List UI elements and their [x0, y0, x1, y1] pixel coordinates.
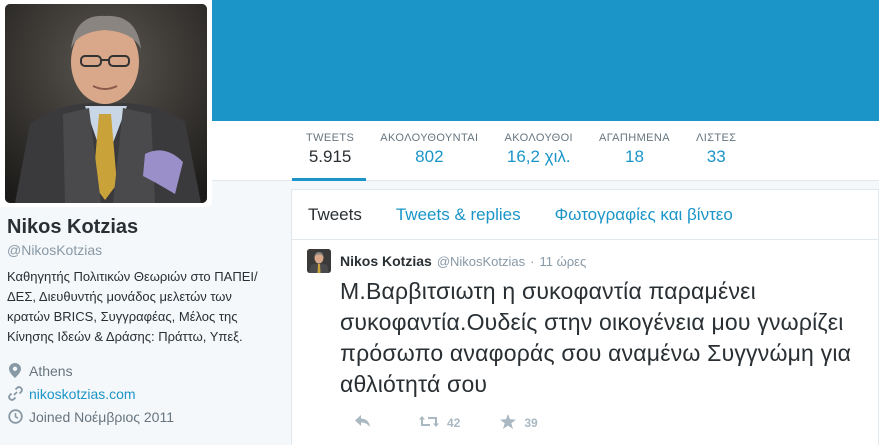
- retweet-button[interactable]: 42: [419, 415, 460, 431]
- stat-label: ΛΙΣΤΕΣ: [696, 132, 737, 144]
- stat-value: 802: [415, 147, 444, 166]
- tweet-separator: ·: [530, 253, 535, 269]
- favorite-button[interactable]: 39: [500, 414, 538, 432]
- location-pin-icon: [7, 363, 23, 379]
- profile-avatar[interactable]: [5, 4, 207, 203]
- stat-value: 5.915: [308, 147, 352, 166]
- retweet-count: 42: [447, 416, 461, 430]
- tweet-author-handle[interactable]: @NikosKotzias: [437, 254, 525, 269]
- tweet-text: Μ.Βαρβιτσιωτη η συκοφαντία παραμένει συκ…: [340, 278, 852, 397]
- profile-handle[interactable]: @NikosKotzias: [7, 242, 277, 258]
- tweet-header: Nikos Kotzias @NikosKotzias · 11 ώρες: [307, 249, 878, 273]
- avatar-photo: [5, 4, 207, 203]
- stat-label: ΑΚΟΛΟΥΘΟΙ: [504, 132, 573, 144]
- profile-website: nikoskotzias.com: [7, 382, 277, 405]
- favorite-count: 39: [524, 416, 538, 430]
- website-link[interactable]: nikoskotzias.com: [29, 386, 136, 402]
- stat-favorites[interactable]: ΑΓΑΠΗΜΕΝΑ 18: [585, 121, 682, 181]
- stat-value: 33: [706, 147, 726, 166]
- stat-label: TWEETS: [306, 132, 355, 144]
- calendar-icon: [7, 409, 23, 425]
- tab-tweets-replies[interactable]: Tweets & replies: [396, 205, 521, 225]
- stat-value: 16,2 χιλ.: [506, 147, 571, 166]
- tweet-avatar[interactable]: [307, 249, 331, 273]
- tweet-timestamp[interactable]: 11 ώρες: [540, 254, 587, 269]
- stat-lists[interactable]: ΛΙΣΤΕΣ 33: [682, 121, 748, 181]
- joined-text: Joined Νοέμβριος 2011: [29, 408, 175, 425]
- star-icon: [500, 414, 524, 432]
- link-icon: [7, 386, 23, 402]
- stat-value: 18: [625, 147, 644, 166]
- tweet-actions: 42 39: [355, 413, 878, 433]
- timeline-panel: Tweets Tweets & replies Φωτογραφίες και …: [291, 189, 879, 445]
- retweet-icon: [419, 415, 447, 431]
- tweet-avatar-photo: [307, 249, 331, 273]
- profile-card: Nikos Kotzias @NikosKotzias Καθηγητής Πο…: [7, 216, 277, 428]
- stat-followers[interactable]: ΑΚΟΛΟΥΘΟΙ 16,2 χιλ.: [491, 121, 586, 181]
- reply-icon: [355, 415, 379, 431]
- profile-bio: Καθηγητής Πολιτικών Θεωριών στο ΠΑΠΕΙ/ΔΕ…: [7, 269, 258, 344]
- tab-tweets[interactable]: Tweets: [308, 205, 362, 225]
- location-text: Athens: [29, 362, 73, 379]
- tweet-item[interactable]: Nikos Kotzias @NikosKotzias · 11 ώρες Μ.…: [292, 240, 878, 433]
- tab-photos-videos[interactable]: Φωτογραφίες και βίντεο: [555, 205, 733, 225]
- stat-following[interactable]: ΑΚΟΛΟΥΘΟΥΝΤΑΙ 802: [366, 121, 490, 181]
- stat-label: ΑΓΑΠΗΜΕΝΑ: [599, 132, 670, 144]
- tweet-author-name[interactable]: Nikos Kotzias: [340, 253, 432, 269]
- profile-joined: Joined Νοέμβριος 2011: [7, 405, 277, 428]
- profile-stats: TWEETS 5.915 ΑΚΟΛΟΥΘΟΥΝΤΑΙ 802 ΑΚΟΛΟΥΘΟΙ…: [292, 121, 748, 181]
- timeline-tabs: Tweets Tweets & replies Φωτογραφίες και …: [292, 190, 878, 240]
- profile-meta: Athens nikoskotzias.com Joined Νοέμβριος…: [7, 359, 277, 428]
- stat-tweets[interactable]: TWEETS 5.915: [292, 121, 367, 181]
- stat-label: ΑΚΟΛΟΥΘΟΥΝΤΑΙ: [380, 132, 479, 144]
- reply-button[interactable]: [355, 415, 379, 431]
- profile-location: Athens: [7, 359, 277, 382]
- profile-name[interactable]: Nikos Kotzias: [7, 216, 277, 239]
- profile-avatar-frame: [0, 0, 212, 207]
